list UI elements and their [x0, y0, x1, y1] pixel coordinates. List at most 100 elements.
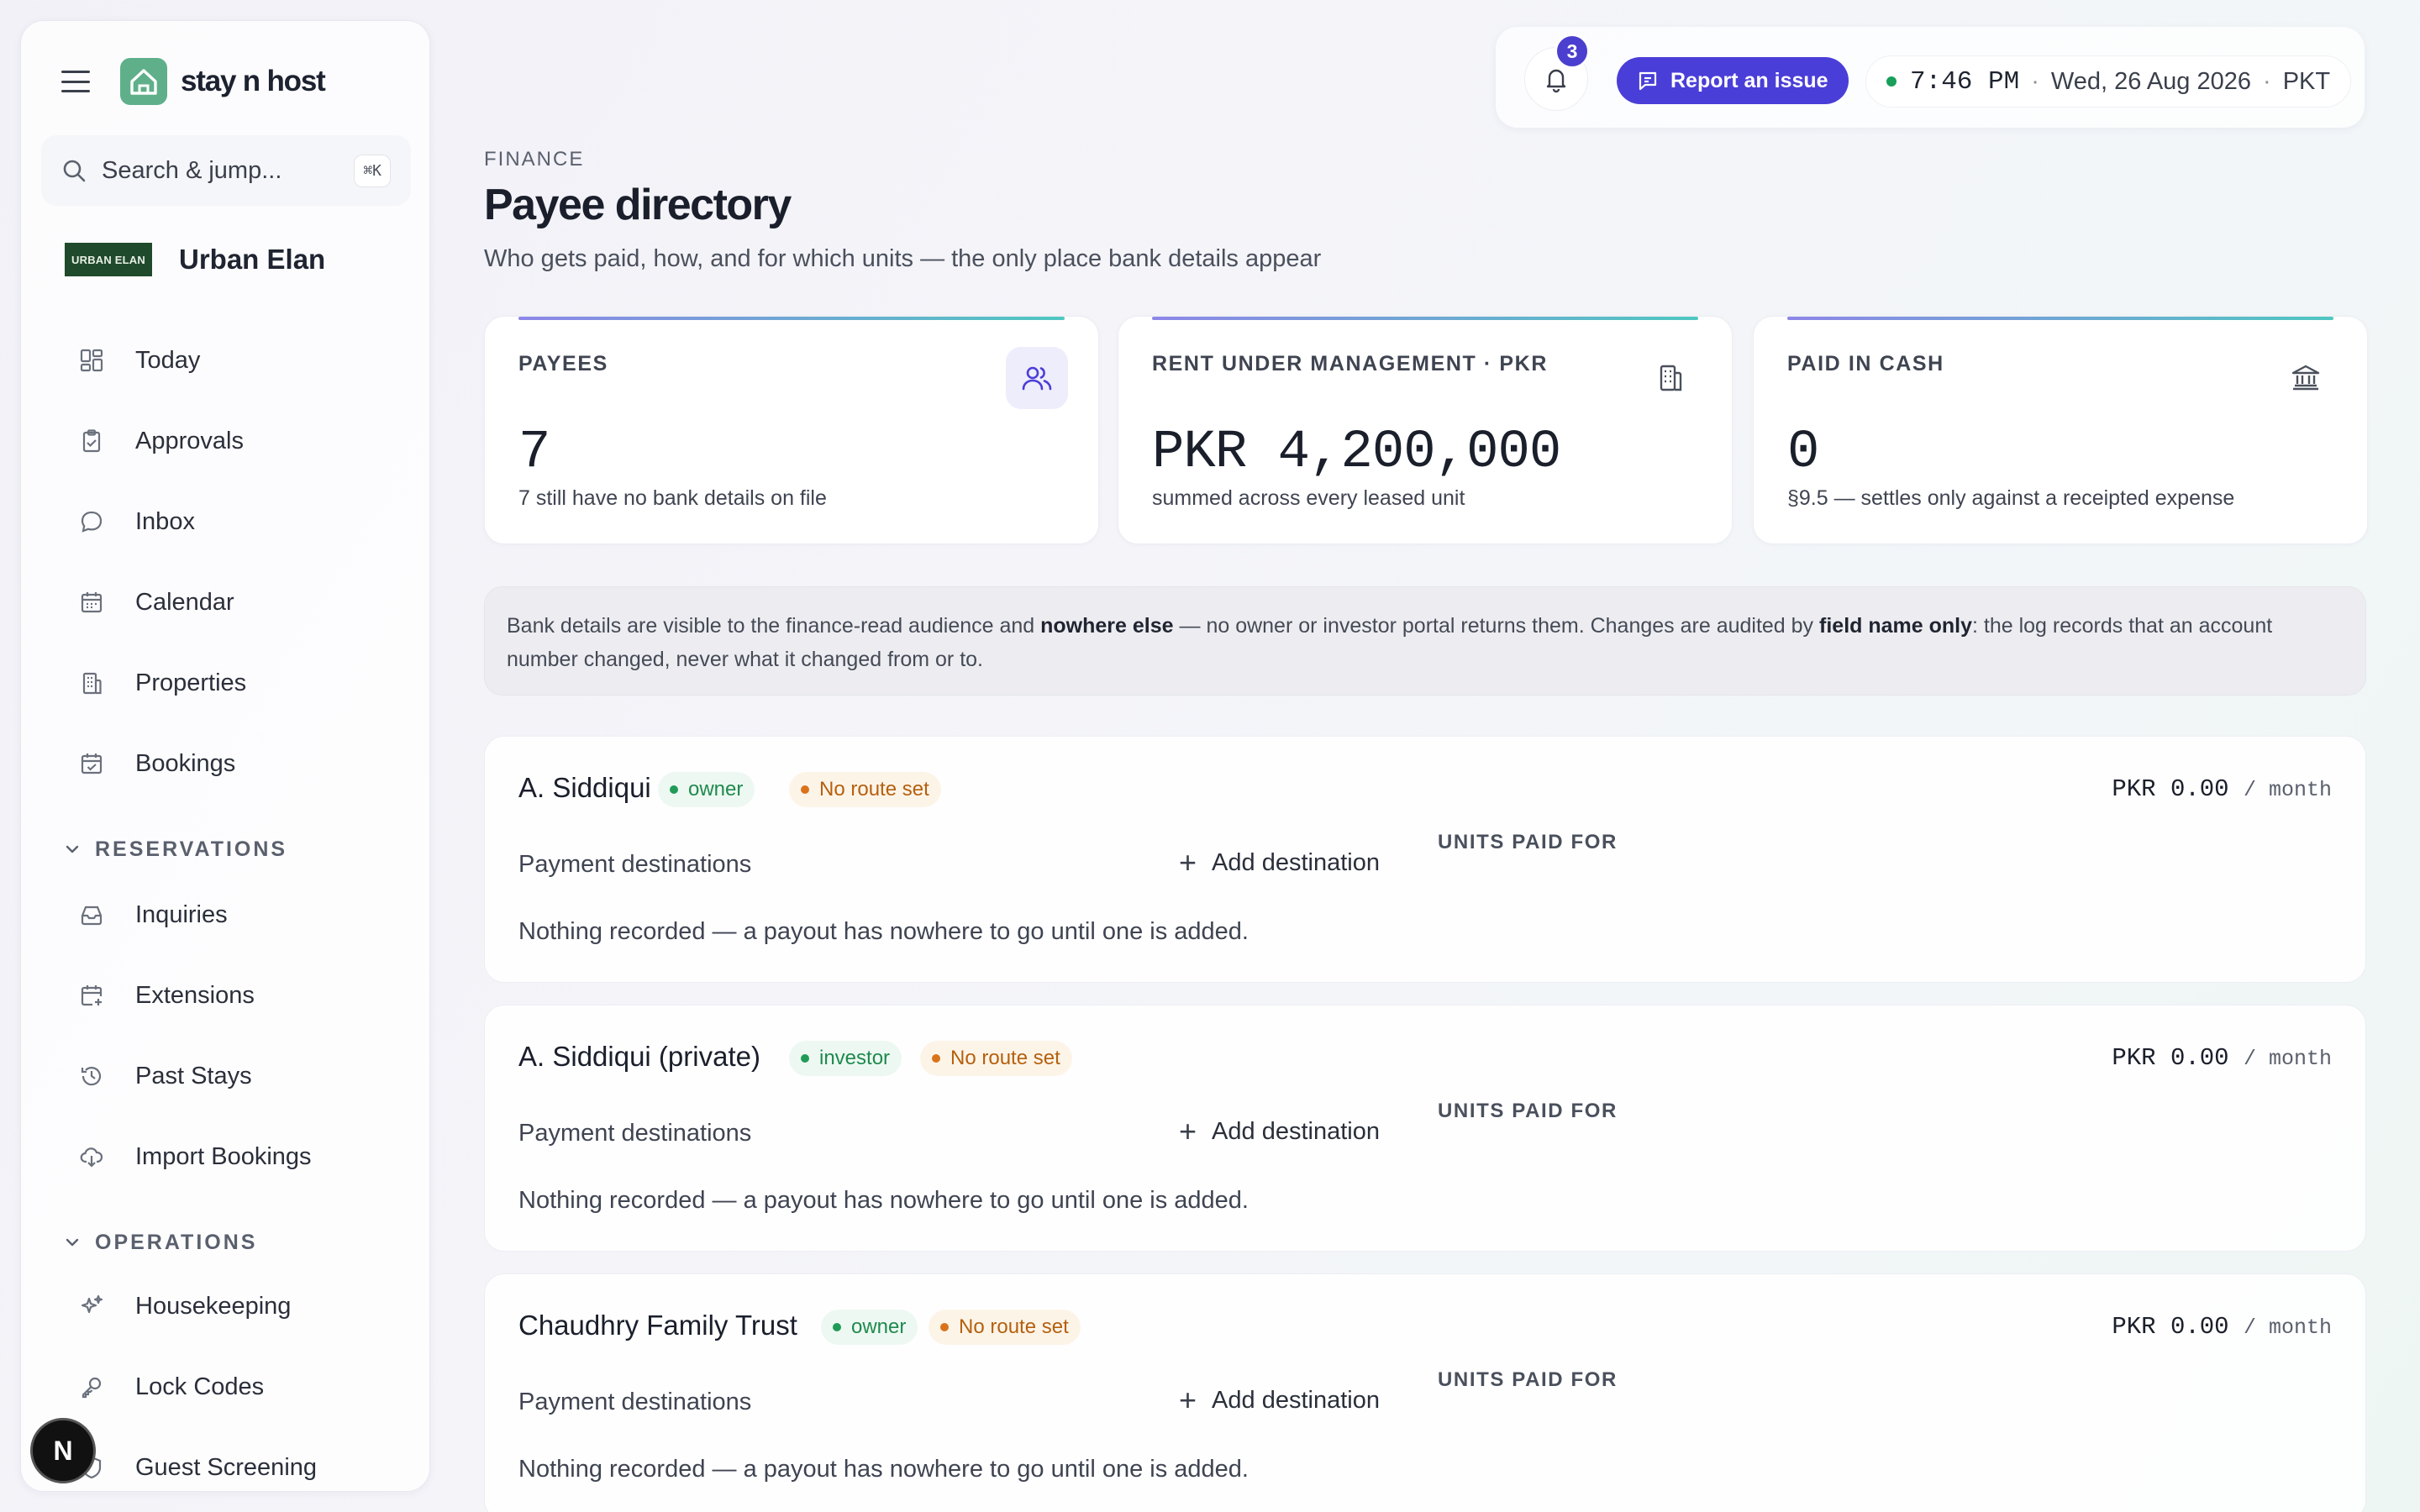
clock-separator: ·	[2031, 67, 2039, 95]
nav-label: Properties	[135, 669, 247, 696]
nav-label: Inbox	[135, 507, 195, 535]
stat-note: §9.5 — settles only against a receipted …	[1787, 486, 2235, 510]
plus-icon: +	[1179, 1114, 1197, 1148]
add-destination-button[interactable]: + Add destination	[1179, 1385, 1380, 1415]
payee-amount: PKR 0.00 / month	[2112, 775, 2332, 803]
nav-item-housekeeping[interactable]: Housekeeping	[75, 1281, 291, 1331]
route-status-label: No route set	[819, 778, 929, 801]
stat-value: PKR 4,200,000	[1152, 423, 1561, 483]
stat-value: 0	[1787, 423, 1819, 483]
brand-row: stay n host	[61, 55, 326, 108]
destinations-label: Payment destinations	[518, 1120, 752, 1147]
amount-period: / month	[2243, 778, 2332, 802]
sparkle-icon	[75, 1289, 108, 1323]
amount-period: / month	[2243, 1047, 2332, 1071]
amount-value: PKR 0.00	[2112, 1044, 2229, 1072]
payee-card: A. Siddiqui (private) investor No route …	[484, 1005, 2366, 1252]
section-label: RESERVATIONS	[95, 837, 288, 861]
notice-emphasis: nowhere else	[1040, 614, 1174, 638]
stat-note: summed across every leased unit	[1152, 486, 1465, 510]
chevron-down-icon	[66, 1238, 79, 1247]
role-badge: owner	[821, 1310, 918, 1345]
nav-label: Calendar	[135, 588, 234, 616]
calendar-plus-icon	[75, 979, 108, 1012]
page-eyebrow: FINANCE	[484, 148, 585, 171]
add-destination-button[interactable]: + Add destination	[1179, 1116, 1380, 1147]
empty-destinations-text: Nothing recorded — a payout has nowhere …	[518, 918, 1249, 945]
add-destination-label: Add destination	[1212, 1117, 1380, 1145]
route-status-badge: No route set	[789, 772, 941, 807]
bell-icon	[1546, 69, 1566, 93]
section-toggle-operations[interactable]: OPERATIONS	[63, 1226, 257, 1259]
clock-separator: ·	[2263, 67, 2271, 95]
org-switcher[interactable]: URBAN ELAN Urban Elan	[65, 243, 325, 276]
destinations-label: Payment destinations	[518, 1389, 752, 1415]
payee-name: A. Siddiqui (private)	[518, 1041, 760, 1072]
sidebar: stay n host Search & jump... ⌘K URBAN EL…	[20, 20, 430, 1492]
nav-item-extensions[interactable]: Extensions	[75, 970, 255, 1021]
role-badge: owner	[658, 772, 755, 807]
payee-card: A. Siddiqui owner No route set PKR 0.00 …	[484, 736, 2366, 983]
calendar-check-icon	[75, 747, 108, 780]
stat-label: PAID IN CASH	[1787, 352, 1944, 375]
nav-item-properties[interactable]: Properties	[75, 658, 246, 708]
clipboard-check-icon	[75, 424, 108, 458]
section-label: OPERATIONS	[95, 1230, 258, 1254]
org-logo: URBAN ELAN	[65, 243, 152, 276]
inbox-tray-icon	[75, 898, 108, 932]
page-subtitle: Who gets paid, how, and for which units …	[484, 245, 1322, 272]
nav-label: Housekeeping	[135, 1292, 292, 1320]
dashboard-icon	[75, 344, 108, 377]
bank-icon	[2275, 347, 2337, 409]
nav-item-import-bookings[interactable]: Import Bookings	[75, 1131, 312, 1182]
search-jump-button[interactable]: Search & jump... ⌘K	[41, 135, 411, 206]
cloud-download-icon	[75, 1140, 108, 1173]
payee-card: Chaudhry Family Trust owner No route set…	[484, 1273, 2366, 1512]
calendar-icon	[75, 585, 108, 619]
nav-item-bookings[interactable]: Bookings	[75, 738, 235, 789]
nav-item-past-stays[interactable]: Past Stays	[75, 1051, 252, 1101]
building-icon	[1639, 347, 1702, 409]
empty-destinations-text: Nothing recorded — a payout has nowhere …	[518, 1456, 1249, 1483]
user-avatar[interactable]: N	[30, 1418, 96, 1483]
card-accent-bar	[1152, 317, 1698, 320]
route-status-label: No route set	[950, 1047, 1060, 1069]
brand-name[interactable]: stay n host	[181, 65, 326, 98]
nav-label: Past Stays	[135, 1062, 252, 1089]
nav-item-inquiries[interactable]: Inquiries	[75, 890, 228, 940]
destinations-label: Payment destinations	[518, 851, 752, 878]
nav-label: Import Bookings	[135, 1142, 312, 1170]
stat-label: PAYEES	[518, 352, 608, 375]
nav-item-lock-codes[interactable]: Lock Codes	[75, 1362, 264, 1412]
notice-text: Bank details are visible to the finance-…	[507, 614, 1041, 638]
menu-toggle-icon[interactable]	[61, 71, 90, 92]
nav-item-approvals[interactable]: Approvals	[75, 416, 244, 466]
card-accent-bar	[518, 317, 1065, 320]
nav-item-calendar[interactable]: Calendar	[75, 577, 234, 627]
report-issue-button[interactable]: Report an issue	[1617, 57, 1849, 104]
nav-label: Guest Screening	[135, 1453, 318, 1481]
add-destination-button[interactable]: + Add destination	[1179, 848, 1380, 878]
payee-amount: PKR 0.00 / month	[2112, 1313, 2332, 1341]
search-shortcut: ⌘K	[354, 154, 391, 187]
amount-period: / month	[2243, 1315, 2332, 1340]
add-destination-label: Add destination	[1212, 1386, 1380, 1414]
section-toggle-reservations[interactable]: RESERVATIONS	[63, 832, 287, 866]
nav-label: Approvals	[135, 427, 244, 454]
nav-label: Today	[135, 346, 201, 374]
route-status-badge: No route set	[920, 1041, 1072, 1076]
search-placeholder: Search & jump...	[102, 156, 282, 184]
stat-card-payees: PAYEES 7 7 still have no bank details on…	[484, 316, 1099, 544]
empty-destinations-text: Nothing recorded — a payout has nowhere …	[518, 1187, 1249, 1214]
notification-count-badge: 3	[1555, 34, 1590, 69]
top-bar: 3 Report an issue 7:46 PM · Wed, 26 Aug …	[1496, 27, 2365, 128]
add-destination-label: Add destination	[1212, 848, 1380, 876]
building-icon	[75, 666, 108, 700]
plus-icon: +	[1179, 845, 1197, 879]
nav-item-guest-screening[interactable]: Guest Screening	[75, 1442, 318, 1491]
house-logo-icon	[120, 58, 167, 105]
nav-item-inbox[interactable]: Inbox	[75, 496, 195, 547]
clock-timezone: PKT	[2282, 67, 2331, 95]
nav-item-today[interactable]: Today	[75, 335, 200, 386]
nav-label: Extensions	[135, 981, 255, 1009]
